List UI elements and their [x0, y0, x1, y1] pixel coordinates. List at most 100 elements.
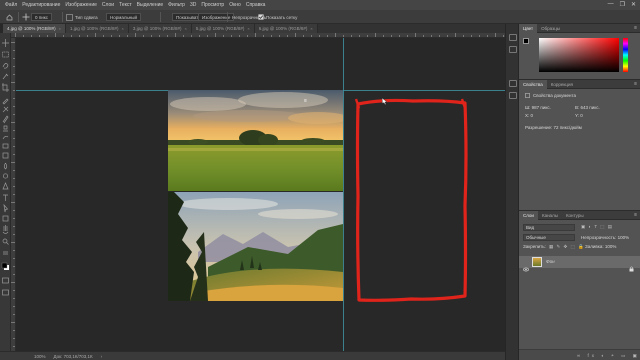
minimize-button[interactable]: —: [608, 1, 614, 8]
canvas-area[interactable]: ≡: [16, 38, 505, 351]
menu-3d[interactable]: 3D: [190, 2, 196, 8]
history-brush-icon: [2, 135, 9, 140]
document-tab-label: 4.jpg @ 100% (RGB/8#): [7, 26, 56, 31]
lock-label: Закрепить:: [523, 244, 546, 249]
layer-name[interactable]: Фон: [546, 259, 555, 264]
home-icon[interactable]: [6, 13, 13, 21]
healing-brush-icon: [2, 106, 9, 113]
height-value[interactable]: В: 643 пикс.: [575, 105, 600, 110]
document-tab-label: 5.jpg @ 100% (RGB/8#): [195, 26, 245, 31]
guide-vertical[interactable]: [343, 38, 344, 351]
tab-swatches[interactable]: Образцы: [537, 24, 564, 33]
tab-adjustments[interactable]: Коррекция: [547, 80, 577, 89]
brush-tool-icon: [2, 115, 9, 124]
layer-filter-icons[interactable]: ▣ ◐ T ⬚ ▤: [581, 224, 613, 230]
photo-meadow: ≡: [168, 90, 343, 191]
feather-field[interactable]: 0 пикс: [31, 13, 52, 21]
blur-tool-icon: [3, 162, 8, 170]
image-select[interactable]: Изображение: [198, 13, 235, 21]
menu-image[interactable]: Изображение: [65, 2, 97, 8]
menu-file[interactable]: Файл: [5, 2, 17, 8]
doc-size[interactable]: Док: 703,1К/703,1К: [54, 354, 93, 359]
blend-mode-select[interactable]: Обычные: [523, 234, 575, 241]
opacity-field[interactable]: Непрозрачность: 100%: [581, 235, 629, 240]
document-tab[interactable]: 1.jpg @ 100% (RGB/8#) ×: [65, 24, 129, 33]
menu-help[interactable]: Справка: [246, 2, 266, 8]
fill-field[interactable]: Заливка: 100%: [585, 244, 616, 249]
lock-icons[interactable]: ▦ ✎ ✥ ⬚ 🔒: [549, 244, 585, 250]
menu-window[interactable]: Окно: [229, 2, 241, 8]
document-tab-label: 1.jpg @ 100% (RGB/8#): [69, 26, 119, 31]
window-controls: — ❐ ✕: [608, 1, 636, 8]
paragraph-panel-icon[interactable]: [509, 80, 517, 87]
tab-properties[interactable]: Свойства: [519, 79, 547, 89]
menu-layers[interactable]: Слои: [102, 2, 114, 8]
panel-menu-icon[interactable]: ≡: [634, 25, 637, 31]
document-tab[interactable]: 4.jpg @ 100% (RGB/8#) ×: [3, 24, 66, 33]
actions-panel-icon[interactable]: [509, 46, 517, 53]
x-value[interactable]: X: 0: [525, 113, 533, 118]
panel-menu-icon[interactable]: ≡: [634, 81, 637, 87]
status-arrow-icon[interactable]: ›: [101, 354, 103, 359]
panel-menu-icon[interactable]: ≡: [634, 212, 637, 218]
close-tab-icon[interactable]: ×: [122, 26, 124, 31]
style-icon[interactable]: [66, 13, 73, 21]
screen-mode-icon: [2, 289, 9, 296]
options-bar: 0 пикс Тип сдвига Нормальный Показывать …: [0, 10, 640, 24]
style-select[interactable]: Нормальный: [106, 13, 142, 21]
right-panels: Цвет Образцы ≡ Свойства Коррекция ≡ Свой…: [519, 23, 640, 360]
maximize-button[interactable]: ❐: [620, 1, 625, 8]
layer-actions-icons[interactable]: ∞ fx ◐ ◓ ▭ ▣ 🗑: [577, 353, 640, 359]
width-value[interactable]: Ш: 987 пикс.: [525, 105, 551, 110]
menu-filter[interactable]: Фильтр: [168, 2, 185, 8]
menu-select[interactable]: Выделение: [137, 2, 164, 8]
document-tab[interactable]: 6.jpg @ 100% (RGB/8#) ×: [254, 24, 318, 33]
layer-row[interactable]: Фон: [519, 256, 640, 272]
panel-dock: [505, 24, 519, 360]
eyedropper-icon: [2, 98, 9, 105]
menu-type[interactable]: Текст: [119, 2, 132, 8]
character-panel-icon[interactable]: [509, 92, 517, 99]
color-swatches[interactable]: [523, 38, 532, 47]
red-frame-drawing: [354, 98, 468, 302]
crop-tool-icon: [2, 83, 9, 92]
resolution-value: Разрешение: 72 пикс/дюйм: [525, 125, 582, 130]
eye-icon[interactable]: [523, 259, 529, 277]
close-tab-icon[interactable]: ×: [59, 26, 61, 31]
document-tab[interactable]: 5.jpg @ 100% (RGB/8#) ×: [191, 24, 255, 33]
photoshop-window: Файл Редактирование Изображение Слои Тек…: [0, 0, 640, 360]
document-tab[interactable]: 3.jpg @ 100% (RGB/8#) ×: [128, 24, 192, 33]
status-bar: 100% Док: 703,1К/703,1К ›: [0, 351, 505, 360]
move-tool-icon: [2, 39, 9, 47]
color-picker-field[interactable]: [539, 38, 619, 72]
y-value[interactable]: Y: 0: [575, 113, 583, 118]
show-grid-label: Показать сетку: [266, 14, 298, 20]
dodge-tool-icon: [2, 173, 9, 179]
tab-channels[interactable]: Каналы: [538, 211, 562, 220]
close-tab-icon[interactable]: ×: [247, 26, 249, 31]
move-tool-icon[interactable]: [22, 13, 30, 21]
close-tab-icon[interactable]: ×: [310, 26, 312, 31]
photo-mountains: [168, 192, 343, 301]
marquee-tool-icon: [2, 51, 9, 58]
tab-layers[interactable]: Слои: [519, 210, 538, 220]
tab-paths[interactable]: Контуры: [562, 211, 588, 220]
type-tool-icon: [3, 194, 8, 201]
show-grid-checkbox[interactable]: Показать сетку: [258, 13, 297, 21]
hue-slider[interactable]: [623, 38, 628, 72]
close-tab-icon[interactable]: ×: [184, 26, 186, 31]
menu-edit[interactable]: Редактирование: [22, 2, 60, 8]
zoom-level[interactable]: 100%: [34, 354, 46, 359]
menu-view[interactable]: Просмотр: [201, 2, 224, 8]
doc-properties-title: Свойства документа: [533, 93, 576, 98]
close-button[interactable]: ✕: [631, 1, 636, 8]
history-panel-icon[interactable]: [509, 34, 517, 41]
tab-color[interactable]: Цвет: [519, 23, 538, 33]
clone-stamp-icon: [3, 125, 8, 132]
shape-tool-icon: [2, 215, 9, 222]
eraser-tool-icon: [2, 143, 9, 149]
color-panel: Цвет Образцы ≡: [519, 23, 640, 76]
foreground-swatch[interactable]: [523, 38, 529, 44]
layer-kind-filter[interactable]: Вид: [523, 224, 575, 231]
properties-panel: Свойства Коррекция ≡ Свойства документа …: [519, 79, 640, 209]
